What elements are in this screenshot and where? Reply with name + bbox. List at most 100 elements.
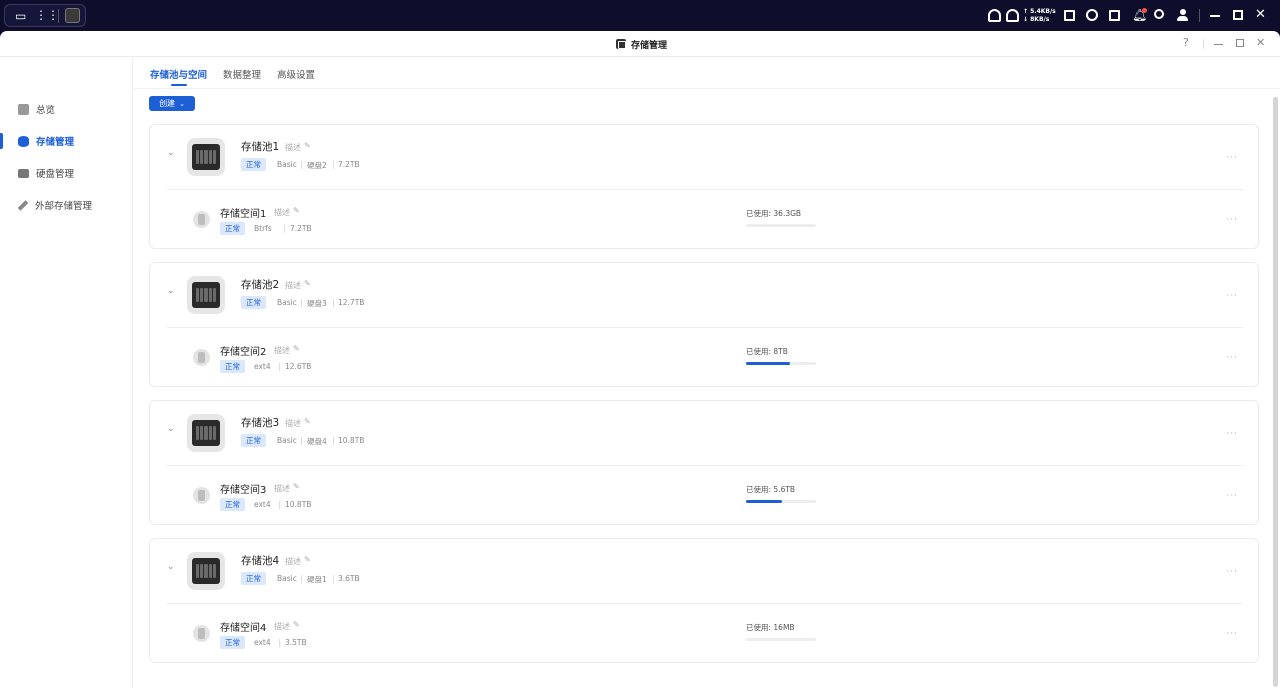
pool-raid-type: Basic — [277, 574, 297, 583]
meta-separator — [279, 501, 280, 509]
volume-usage-bar — [746, 362, 816, 365]
system-taskbar: ▭ ⋮⋮ ↑ 5.4KB/s ↓ 8KB/s 🔔︎ ✕ — [0, 0, 1280, 31]
user-avatar-icon[interactable] — [1177, 9, 1188, 21]
edit-pencil-icon[interactable]: ✎ — [293, 482, 300, 491]
maximize-button[interactable] — [1236, 39, 1244, 47]
pool-status-badge: 正常 — [241, 296, 266, 309]
pool-more-options-button[interactable]: ··· — [1226, 154, 1238, 163]
upload-speed: ↑ 5.4KB/s — [1023, 8, 1056, 15]
pool-description-label[interactable]: 描述 — [285, 556, 301, 567]
volume-description-label[interactable]: 描述 — [274, 621, 290, 632]
sidebar-item-overview[interactable]: 总览 — [0, 93, 132, 125]
sidebar-item-external-storage[interactable]: 外部存储管理 — [0, 189, 132, 221]
volume-icon — [193, 349, 210, 366]
storage-pool-icon — [187, 414, 225, 452]
chevron-down-icon[interactable]: ⌄ — [167, 287, 175, 296]
volume-description-label[interactable]: 描述 — [274, 207, 290, 218]
chevron-down-icon[interactable]: ⌄ — [167, 425, 175, 434]
edit-pencil-icon[interactable]: ✎ — [293, 344, 300, 353]
taskbar-divider-right — [1199, 9, 1200, 22]
volume-size: 7.2TB — [290, 224, 312, 233]
pool-icon-bays — [196, 564, 217, 578]
edit-pencil-icon[interactable]: ✎ — [304, 141, 311, 150]
volume-name: 存储空间1 — [220, 209, 267, 220]
disk-icon — [18, 168, 29, 178]
meta-separator — [301, 437, 302, 445]
sidebar-item-storage[interactable]: 存储管理 — [0, 125, 132, 157]
volume-more-options-button[interactable]: ··· — [1226, 492, 1238, 501]
pool-more-options-button[interactable]: ··· — [1226, 292, 1238, 301]
ram-monitor-icon[interactable] — [1006, 9, 1019, 22]
help-button[interactable]: ? — [1183, 37, 1189, 49]
window-title-text: 存储管理 — [631, 40, 668, 51]
pool-description-label[interactable]: 描述 — [285, 142, 301, 153]
file-manager-icon[interactable] — [1064, 10, 1075, 21]
scrollbar-thumb[interactable] — [1273, 97, 1278, 687]
pool-divider — [167, 327, 1243, 328]
close-button[interactable]: ✕ — [1256, 37, 1265, 49]
volume-description-label[interactable]: 描述 — [274, 345, 290, 356]
chevron-down-icon: ⌄ — [179, 99, 185, 108]
volume-more-options-button[interactable]: ··· — [1226, 354, 1238, 363]
storage-app-taskbar-icon[interactable] — [65, 8, 80, 23]
pool-disks: 硬盘2 — [307, 161, 327, 170]
desktop-icon[interactable]: ▭ — [15, 10, 26, 22]
network-monitor-icon[interactable] — [988, 9, 1001, 22]
volume-more-options-button[interactable]: ··· — [1226, 630, 1238, 639]
sidebar-item-label: 总览 — [36, 105, 56, 116]
minimize-button[interactable] — [1214, 44, 1223, 45]
volume-icon — [193, 211, 210, 228]
volume-more-options-button[interactable]: ··· — [1226, 216, 1238, 225]
edit-pencil-icon[interactable]: ✎ — [304, 279, 311, 288]
meta-separator — [301, 161, 302, 169]
tab-data-defrag[interactable]: 数据整理 — [223, 67, 261, 81]
pool-description-label[interactable]: 描述 — [285, 280, 301, 291]
meta-separator — [301, 575, 302, 583]
edit-pencil-icon[interactable]: ✎ — [293, 620, 300, 629]
edit-pencil-icon[interactable]: ✎ — [293, 206, 300, 215]
meta-separator — [301, 299, 302, 307]
storage-pool-card: ⌄ 存储池3 描述 ✎ 正常 Basic 硬盘4 10.8TB ··· 存储空间… — [149, 400, 1259, 525]
globe-icon[interactable] — [1086, 9, 1098, 21]
pool-name: 存储池2 — [241, 279, 280, 291]
restore-all-icon[interactable] — [1233, 10, 1243, 20]
volume-description-label[interactable]: 描述 — [274, 483, 290, 494]
pool-icon-body — [192, 420, 220, 446]
pool-disks: 硬盘4 — [307, 437, 327, 446]
storage-pool-icon — [187, 138, 225, 176]
volume-size: 10.8TB — [285, 500, 312, 509]
search-icon[interactable] — [1154, 9, 1164, 19]
titlebar-divider — [1203, 39, 1204, 49]
pool-disks: 硬盘3 — [307, 299, 327, 308]
close-all-icon[interactable]: ✕ — [1255, 7, 1266, 22]
edit-pencil-icon[interactable]: ✎ — [304, 417, 311, 426]
active-tab-underline — [171, 84, 187, 86]
edit-pencil-icon[interactable]: ✎ — [304, 555, 311, 564]
avatar-head — [1180, 9, 1186, 15]
pool-more-options-button[interactable]: ··· — [1226, 430, 1238, 439]
meta-separator — [284, 225, 285, 233]
pool-description-label[interactable]: 描述 — [285, 418, 301, 429]
chevron-down-icon[interactable]: ⌄ — [167, 149, 175, 158]
pool-icon-bays — [196, 288, 217, 302]
volume-icon — [193, 487, 210, 504]
volume-filesystem: ext4 — [254, 500, 271, 509]
pool-size: 12.7TB — [338, 298, 365, 307]
sidebar-item-label: 外部存储管理 — [35, 201, 93, 212]
server-icon[interactable] — [1109, 10, 1120, 21]
minimize-all-icon[interactable] — [1210, 15, 1220, 17]
chevron-down-icon[interactable]: ⌄ — [167, 563, 175, 572]
pool-more-options-button[interactable]: ··· — [1226, 568, 1238, 577]
tab-pools-and-volumes[interactable]: 存储池与空间 — [150, 67, 207, 81]
tab-advanced-settings[interactable]: 高级设置 — [277, 67, 315, 81]
create-button[interactable]: 创建 ⌄ — [149, 96, 195, 111]
volume-status-badge: 正常 — [220, 636, 245, 649]
pool-name: 存储池4 — [241, 555, 280, 567]
volume-usage-bar — [746, 500, 816, 503]
external-storage-icon — [17, 199, 29, 211]
volume-usage-bar — [746, 638, 816, 641]
volume-usage-fill — [746, 500, 782, 503]
app-grid-icon[interactable]: ⋮⋮ — [35, 9, 59, 21]
sidebar-item-disk[interactable]: 硬盘管理 — [0, 157, 132, 189]
storage-pool-card: ⌄ 存储池2 描述 ✎ 正常 Basic 硬盘3 12.7TB ··· 存储空间… — [149, 262, 1259, 387]
